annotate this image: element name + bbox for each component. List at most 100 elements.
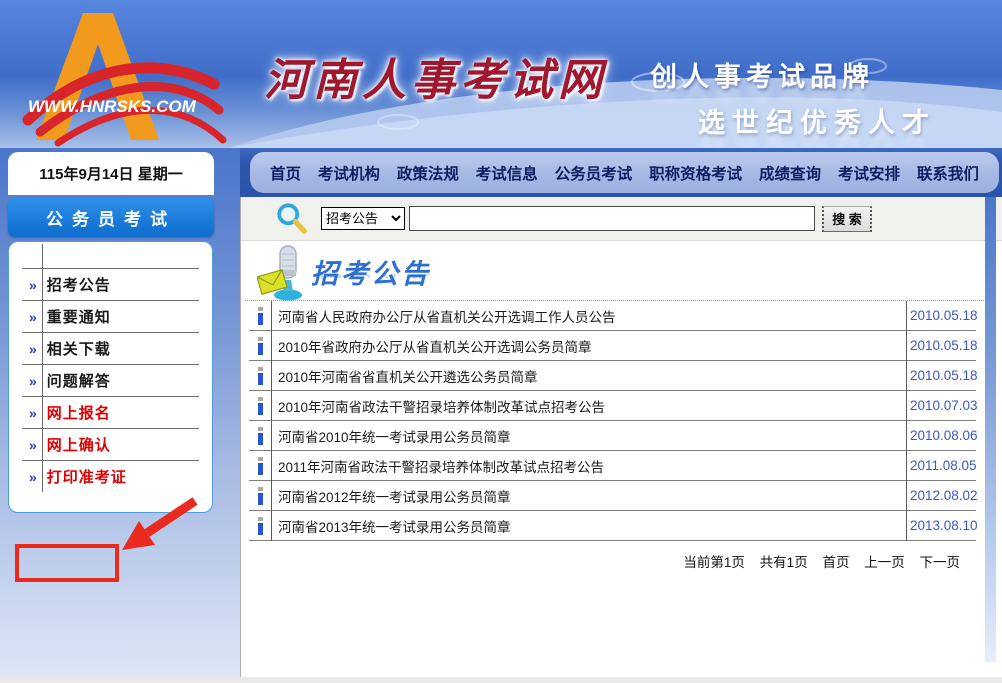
bullet-square — [258, 457, 263, 461]
search-button[interactable]: 搜 索 — [822, 206, 872, 232]
arrow-icon: » — [29, 278, 37, 292]
announcement-mic-icon — [257, 244, 313, 302]
sidebar-item-label: 问题解答 — [47, 370, 111, 391]
announcement-row: 2011年河南省政法干警招录培养体制改革试点招考公告2011.08.05 — [249, 451, 976, 481]
bullet-square — [258, 397, 263, 401]
pagination: 当前第1页 共有1页 首页 上一页 下一页 — [241, 551, 1002, 571]
nav-strip: 首页考试机构政策法规考试信息公务员考试职称资格考试成绩查询考试安排联系我们 — [240, 148, 1002, 197]
announcement-link[interactable]: 河南省人民政府办公厅从省直机关公开选调工作人员公告 — [278, 306, 906, 326]
arrow-icon: » — [29, 310, 37, 324]
right-edge-decoration — [985, 197, 996, 662]
sidebar-item-label: 招考公告 — [47, 274, 111, 295]
announcement-link[interactable]: 2010年河南省政法干警招录培养体制改革试点招考公告 — [278, 396, 906, 416]
announcement-row: 河南省2012年统一考试录用公务员简章2012.08.02 — [249, 481, 976, 511]
banner-slogan-2: 选世纪优秀人才 — [698, 101, 936, 140]
announcement-link[interactable]: 河南省2012年统一考试录用公务员简章 — [278, 486, 906, 506]
announcement-link[interactable]: 河南省2013年统一考试录用公务员简章 — [278, 516, 906, 536]
announcement-row: 2010年河南省政法干警招录培养体制改革试点招考公告 2010.07.03 — [249, 391, 976, 421]
arrow-icon: » — [29, 374, 37, 388]
sidebar-menu-item[interactable]: » 网上报名 — [22, 396, 199, 428]
bullet-square — [258, 307, 263, 311]
arrow-icon: » — [29, 342, 37, 356]
main-area: 首页考试机构政策法规考试信息公务员考试职称资格考试成绩查询考试安排联系我们 招考… — [240, 148, 1002, 683]
sidebar-item-label: 网上报名 — [47, 402, 111, 423]
bullet-bar — [258, 433, 263, 445]
arrow-icon: » — [29, 438, 37, 452]
pagination-next-link[interactable]: 下一页 — [920, 555, 961, 570]
bullet-bar — [258, 343, 263, 355]
announcement-row: 2010年省政府办公厅从省直机关公开选调公务员简章 2010.05.18 — [249, 331, 976, 361]
sidebar: 115年9月14日 星期一 公务员考试 »招考公告»重要通知»相关下载»问题解答… — [0, 148, 240, 683]
banner-slogan-1: 创人事考试品牌 — [650, 55, 874, 94]
announcement-date: 2010.05.18 — [910, 338, 976, 353]
announcement-link[interactable]: 2011年河南省政法干警招录培养体制改革试点招考公告 — [278, 456, 906, 476]
civil-servant-exam-button[interactable]: 公务员考试 — [8, 198, 214, 237]
bullet-icon — [249, 457, 271, 475]
bullet-square — [258, 517, 263, 521]
date-divider-line — [906, 301, 907, 541]
sidebar-item-label: 打印准考证 — [47, 466, 127, 487]
bullet-square — [258, 337, 263, 341]
bullet-bar — [258, 493, 263, 505]
announcement-row: 2010年河南省省直机关公开遴选公务员简章 2010.05.18 — [249, 361, 976, 391]
section-header: 招考公告 招考公告 — [241, 241, 1002, 300]
nav-item[interactable]: 成绩查询 — [759, 162, 821, 184]
announcement-row: 河南省人民政府办公厅从省直机关公开选调工作人员公告 2010.05.18 — [249, 301, 976, 331]
announcement-date: 2010.05.18 — [910, 308, 976, 323]
sidebar-menu-item[interactable]: » 网上确认 — [22, 428, 199, 460]
pagination-total: 共有1页 — [760, 555, 808, 570]
announcement-date: 2010.07.03 — [910, 398, 976, 413]
bullet-bar — [258, 373, 263, 385]
date-display: 115年9月14日 星期一 — [8, 152, 214, 195]
nav-item[interactable]: 公务员考试 — [555, 162, 633, 184]
pagination-first-link[interactable]: 首页 — [822, 555, 849, 570]
pagination-prev-link[interactable]: 上一页 — [864, 555, 905, 570]
bullet-icon — [249, 337, 271, 355]
announcement-row: 河南省2013年统一考试录用公务员简章2013.08.10 — [249, 511, 976, 541]
site-banner: WWW.HNRSKS.COM 河南人事考试网 创人事考试品牌 选世纪优秀人才 — [0, 0, 1002, 148]
site-logo: WWW.HNRSKS.COM — [0, 0, 240, 148]
main-lower: 招考公告 搜 索 招考公 — [240, 197, 1002, 683]
bullet-icon — [249, 517, 271, 535]
bullet-icon — [249, 307, 271, 325]
announcement-link[interactable]: 2010年河南省省直机关公开遴选公务员简章 — [278, 366, 906, 386]
arrow-icon: » — [29, 470, 37, 484]
list-divider-line — [271, 301, 272, 541]
bullet-bar — [258, 523, 263, 535]
bullet-square — [258, 487, 263, 491]
sidebar-menu-items: »招考公告»重要通知»相关下载»问题解答»网上报名»网上确认»打印准考证 — [9, 268, 212, 492]
bullet-bar — [258, 403, 263, 415]
sidebar-item-label: 网上确认 — [47, 434, 111, 455]
bottom-edge-strip — [0, 677, 1002, 683]
nav-item[interactable]: 首页 — [270, 162, 301, 184]
nav-item[interactable]: 联系我们 — [917, 162, 979, 184]
announcement-link[interactable]: 2010年省政府办公厅从省直机关公开选调公务员简章 — [278, 336, 906, 356]
announcement-date: 2010.05.18 — [910, 368, 976, 383]
site-title: 河南人事考试网 — [264, 44, 607, 108]
sidebar-item-label: 相关下载 — [47, 338, 111, 359]
section-title: 招考公告 — [311, 252, 431, 291]
sidebar-menu-box: »招考公告»重要通知»相关下载»问题解答»网上报名»网上确认»打印准考证 — [8, 241, 213, 513]
sidebar-menu-item[interactable]: » 打印准考证 — [22, 460, 199, 492]
nav-item[interactable]: 考试机构 — [318, 162, 380, 184]
search-category-select[interactable]: 招考公告 — [321, 207, 405, 230]
bullet-icon — [249, 397, 271, 415]
announcement-link[interactable]: 河南省2010年统一考试录用公务员简章 — [278, 426, 906, 446]
nav-item[interactable]: 考试信息 — [476, 162, 538, 184]
bullet-square — [258, 427, 263, 431]
search-input[interactable] — [409, 206, 815, 231]
bullet-icon — [249, 367, 271, 385]
nav-item[interactable]: 考试安排 — [838, 162, 900, 184]
announcement-list: 河南省人民政府办公厅从省直机关公开选调工作人员公告2010.05.182010年… — [249, 301, 976, 541]
bullet-square — [258, 367, 263, 371]
sidebar-menu-item[interactable]: » 相关下载 — [22, 332, 199, 364]
sidebar-menu-item[interactable]: » 招考公告 — [22, 268, 199, 300]
sidebar-menu-item[interactable]: »重要通知 — [22, 300, 199, 332]
sidebar-menu-item[interactable]: » 问题解答 — [22, 364, 199, 396]
arrow-icon: » — [29, 406, 37, 420]
nav-item[interactable]: 职称资格考试 — [649, 162, 742, 184]
bullet-icon — [249, 487, 271, 505]
annotation-highlight-rectangle — [15, 544, 119, 582]
announcement-row: 河南省2010年统一考试录用公务员简章2010.08.06 — [249, 421, 976, 451]
nav-item[interactable]: 政策法规 — [397, 162, 459, 184]
